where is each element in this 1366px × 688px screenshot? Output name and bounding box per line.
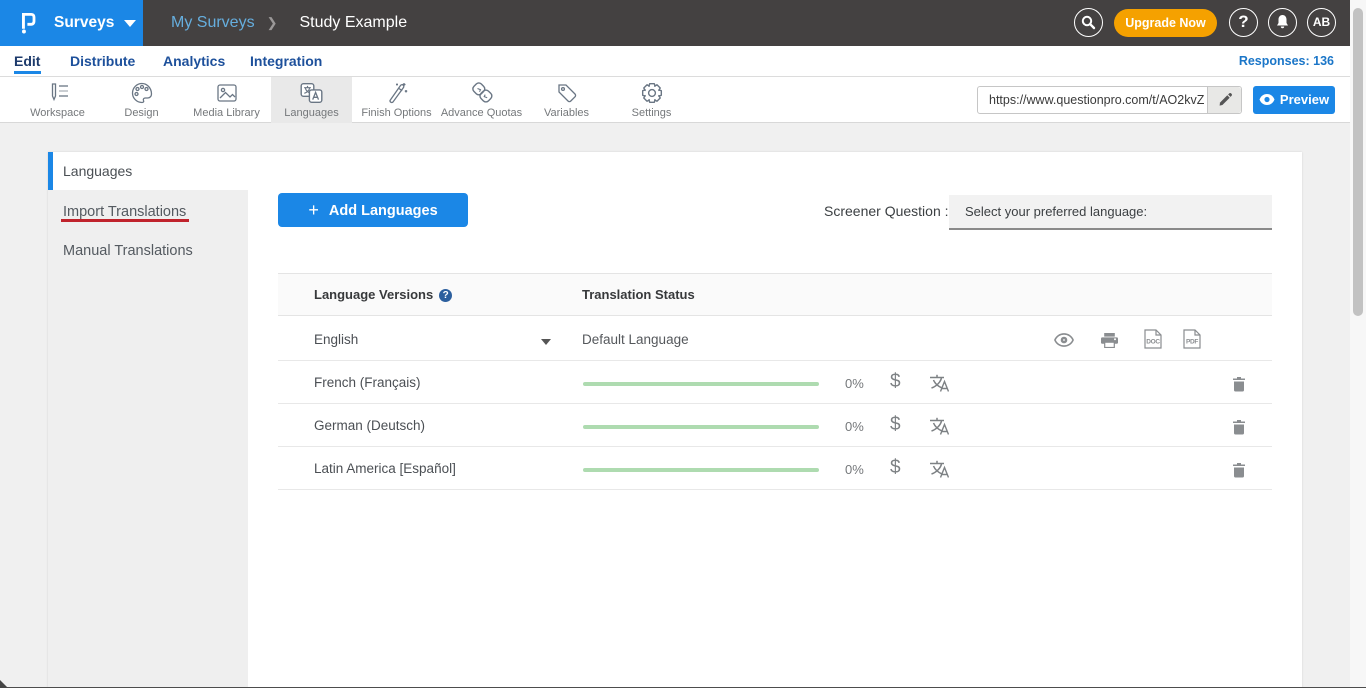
svg-text:PDF: PDF — [1186, 339, 1198, 346]
svg-text:DOC: DOC — [1146, 339, 1160, 346]
